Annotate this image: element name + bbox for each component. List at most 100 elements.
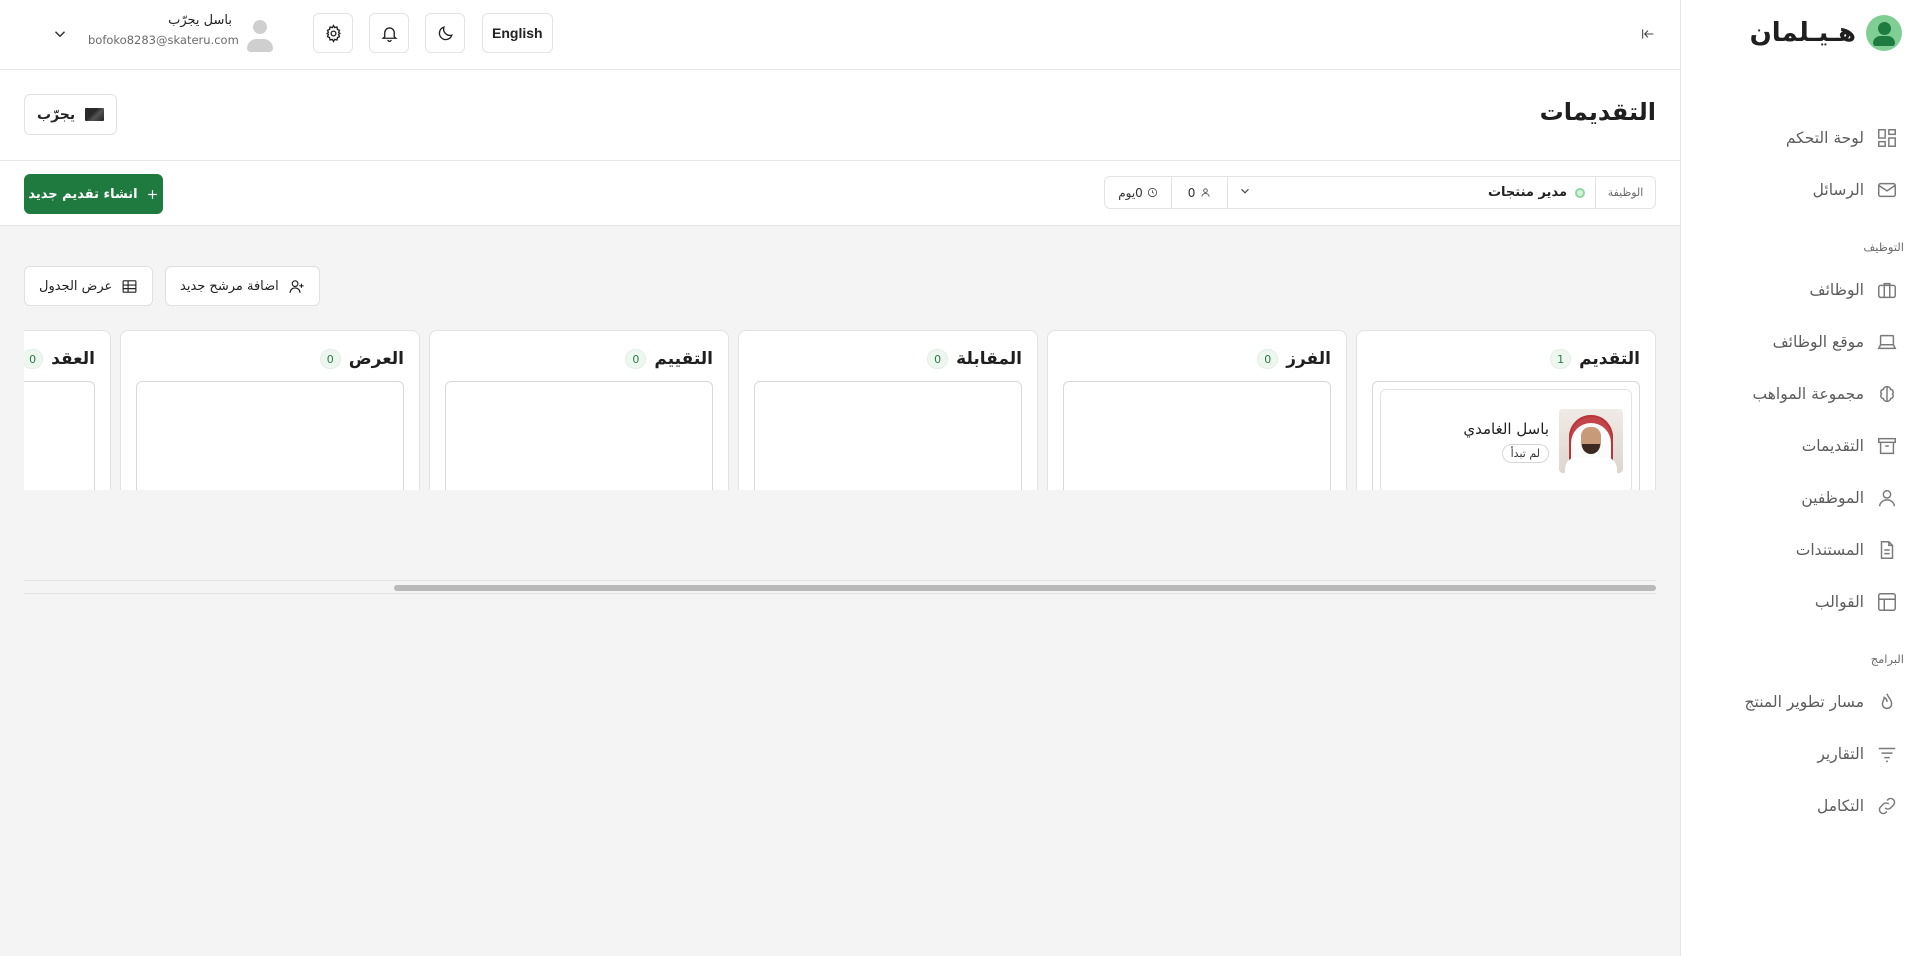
chevron-down-icon: [54, 31, 66, 38]
column-title: التقييم: [654, 349, 713, 369]
grid-icon: [1878, 129, 1896, 147]
column-count-badge: 0: [1257, 349, 1279, 369]
table-icon: [122, 279, 137, 293]
sidebar-item-reports[interactable]: التقارير: [1681, 728, 1920, 780]
kanban-columns-viewport[interactable]: التقديم 1 باسل الغامدي لم تبدأ الفرز 0 ا…: [24, 330, 1656, 490]
sidebar-item-talent-pool[interactable]: مجموعة المواهب: [1681, 368, 1920, 420]
user-menu-toggle[interactable]: [48, 22, 72, 46]
sidebar-item-messages[interactable]: الرسائل: [1681, 164, 1920, 216]
topbar-actions: باسل يجرّب bofoko8283@skateru.com Englis…: [0, 0, 560, 70]
column-dropzone[interactable]: [136, 381, 404, 490]
language-button[interactable]: English: [482, 13, 553, 53]
mail-icon: [1878, 182, 1896, 198]
settings-button[interactable]: [313, 13, 353, 53]
company-logo-icon: [85, 108, 105, 121]
sidebar-item-employees[interactable]: الموظفين: [1681, 472, 1920, 524]
table-view-label: عرض الجدول: [39, 278, 113, 294]
chevron-down-icon: [1241, 188, 1249, 194]
column-header: الفرز 0: [1063, 345, 1331, 373]
sidebar-item-label: موقع الوظائف: [1772, 333, 1864, 351]
table-view-button[interactable]: عرض الجدول: [24, 266, 154, 306]
link-icon: [1878, 797, 1896, 815]
user-icon: [1878, 489, 1896, 507]
horizontal-scrollbar[interactable]: [24, 580, 1656, 594]
kanban-column-offer: العرض 0: [120, 330, 420, 490]
sidebar-section-programs: البرامج: [1870, 652, 1904, 666]
column-count-badge: 0: [927, 349, 949, 369]
scrollbar-thumb[interactable]: [394, 585, 1656, 591]
candidate-photo: [1559, 409, 1623, 473]
sidebar-item-templates[interactable]: القوالب: [1681, 576, 1920, 628]
file-icon: [1880, 541, 1894, 559]
sidebar-item-label: القوالب: [1814, 593, 1864, 611]
column-title: المقابلة: [956, 349, 1022, 369]
column-title: العرض: [348, 349, 404, 369]
user-email: bofoko8283@skateru.com: [88, 33, 239, 47]
column-dropzone[interactable]: باسل الغامدي لم تبدأ: [1372, 381, 1640, 490]
column-header: التقديم 1: [1372, 345, 1640, 373]
job-select[interactable]: مدير منتجات: [1227, 177, 1595, 208]
column-dropzone[interactable]: [754, 381, 1022, 490]
column-dropzone[interactable]: [24, 381, 95, 490]
column-title: العقد: [51, 349, 95, 369]
collapse-arrow-icon: [1642, 29, 1654, 39]
layout-icon: [1878, 593, 1896, 611]
sidebar-section-hiring: التوظيف: [1863, 240, 1904, 254]
kanban-column-evaluation: التقييم 0: [429, 330, 729, 490]
user-plus-icon: [289, 279, 304, 293]
column-header: العرض 0: [136, 345, 404, 373]
company-switcher-button[interactable]: يجرّب: [24, 94, 118, 135]
page-title: التقديمات: [1539, 98, 1656, 126]
page-header: التقديمات يجرّب: [0, 70, 1680, 161]
column-count-badge: 0: [319, 349, 341, 369]
briefcase-icon: [1878, 282, 1896, 299]
candidate-name: باسل الغامدي: [1463, 419, 1549, 438]
sidebar-item-label: التكامل: [1816, 797, 1864, 815]
job-select-chevron: [1238, 184, 1252, 201]
sidebar-item-integration[interactable]: التكامل: [1681, 780, 1920, 832]
candidate-card[interactable]: باسل الغامدي لم تبدأ: [1380, 389, 1632, 490]
sidebar-item-product-track[interactable]: مسار تطوير المنتج: [1681, 676, 1920, 728]
gear-icon: [325, 23, 341, 43]
user-name: باسل يجرّب: [168, 13, 232, 28]
topbar: باسل يجرّب bofoko8283@skateru.com Englis…: [0, 0, 1680, 70]
column-dropzone[interactable]: [445, 381, 713, 490]
sidebar-item-label: مجموعة المواهب: [1752, 385, 1864, 403]
archive-icon: [1878, 437, 1896, 455]
company-name: يجرّب: [37, 106, 76, 123]
sidebar-item-applications[interactable]: التقديمات: [1681, 420, 1920, 472]
kanban-column-contract: العقد 0: [24, 330, 111, 490]
sidebar-item-jobs-site[interactable]: موقع الوظائف: [1681, 316, 1920, 368]
sidebar-item-label: التقديمات: [1801, 437, 1864, 455]
days-open-value: 0يوم: [1118, 185, 1143, 200]
candidate-info: باسل الغامدي لم تبدأ: [1463, 420, 1549, 463]
column-title: الفرز: [1286, 349, 1331, 369]
add-candidate-label: اضافة مرشح جديد: [180, 278, 279, 294]
column-header: العقد 0: [24, 345, 95, 373]
brand-logo-icon: [1866, 15, 1902, 51]
column-dropzone[interactable]: [1063, 381, 1331, 490]
column-count-badge: 0: [24, 349, 44, 369]
collapse-sidebar-button[interactable]: [1636, 22, 1660, 46]
create-application-button[interactable]: انشاء تقديم جديد: [24, 174, 163, 214]
create-application-label: انشاء تقديم جديد: [28, 186, 138, 202]
theme-toggle-button[interactable]: [425, 13, 465, 53]
add-candidate-button[interactable]: اضافة مرشح جديد: [165, 266, 320, 306]
sidebar-item-dashboard[interactable]: لوحة التحكم: [1681, 112, 1920, 164]
sidebar-item-label: لوحة التحكم: [1785, 129, 1864, 147]
column-header: المقابلة 0: [754, 345, 1022, 373]
sidebar-item-jobs[interactable]: الوظائف: [1681, 264, 1920, 316]
brand-name: هـيـلمان: [1749, 18, 1856, 48]
brand[interactable]: هـيـلمان: [1681, 0, 1920, 66]
sidebar-item-documents[interactable]: المستندات: [1681, 524, 1920, 576]
kanban-column-interview: المقابلة 0: [738, 330, 1038, 490]
job-status-dot-icon: [1575, 187, 1585, 198]
notifications-button[interactable]: [369, 13, 409, 53]
filter-bar: الوظيفة مدير منتجات 0 0يوم انشاء تقديم ج…: [0, 161, 1680, 226]
person-icon: [1201, 188, 1210, 197]
avatar[interactable]: [247, 18, 273, 52]
sidebar-item-label: مسار تطوير المنتج: [1744, 693, 1864, 711]
kanban-board-area: اضافة مرشح جديد عرض الجدول التقديم 1 باس…: [0, 226, 1680, 956]
sidebar-item-label: التقارير: [1817, 745, 1864, 763]
job-filter: الوظيفة مدير منتجات 0 0يوم: [1104, 176, 1656, 209]
